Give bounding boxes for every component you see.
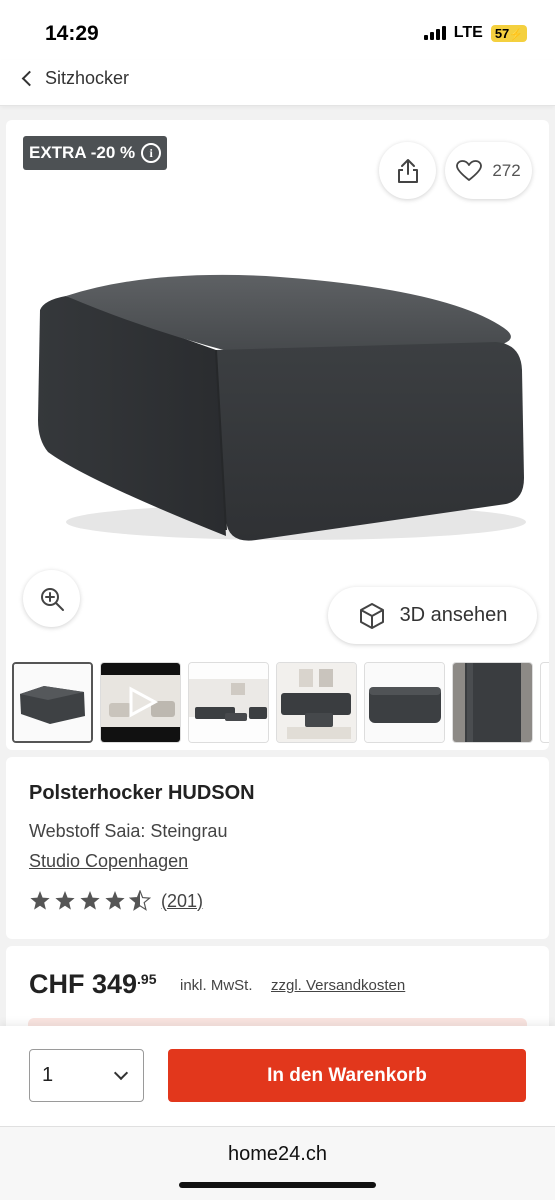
heart-icon [456, 159, 483, 181]
price: CHF 349 .95 [29, 969, 157, 1000]
share-icon [397, 158, 418, 183]
status-bar: 14:29 LTE 57⚡ [0, 0, 555, 60]
price-amount: CHF 349 [29, 969, 138, 999]
ottoman-front [216, 342, 524, 541]
network-label: LTE [453, 24, 483, 41]
discount-badge-label: EXTRA -20 % [29, 143, 136, 162]
view-3d-button[interactable]: 3D ansehen [328, 587, 537, 644]
thumbnail-fabric-detail[interactable] [452, 662, 533, 743]
product-info: Polsterhocker HUDSON Webstoff Saia: Stei… [6, 757, 549, 939]
thumbnail-more[interactable] [540, 662, 549, 743]
rating-count[interactable]: (201) [161, 891, 203, 912]
info-icon: i [141, 143, 162, 163]
star-rating-icon [30, 890, 151, 911]
thumbnail-video[interactable] [100, 662, 181, 743]
nav-header: Sitzhocker [0, 60, 555, 106]
back-button[interactable]: Sitzhocker [20, 68, 129, 89]
browser-url[interactable]: home24.ch [0, 1143, 555, 1166]
home-indicator[interactable] [179, 1182, 376, 1188]
signal-icon [423, 26, 446, 40]
zoom-button[interactable] [23, 570, 80, 627]
price-cents: .95 [137, 971, 157, 987]
thumbnail-living-room[interactable] [188, 662, 269, 743]
chevron-left-icon [21, 70, 38, 87]
rating[interactable]: (201) [29, 890, 203, 912]
discount-badge[interactable]: EXTRA -20 % i [23, 136, 168, 170]
favorite-count: 272 [492, 160, 521, 180]
browser-address-bar: home24.ch [0, 1126, 555, 1200]
cube-icon [359, 602, 384, 629]
thumbnail-ottoman-front[interactable] [364, 662, 445, 743]
quantity-select[interactable]: 1 [29, 1049, 144, 1102]
thumbnail-ottoman[interactable] [12, 662, 93, 743]
status-indicators: LTE 57⚡ [423, 24, 527, 42]
tax-note: inkl. MwSt. [180, 977, 253, 994]
shipping-link[interactable]: zzgl. Versandkosten [271, 977, 405, 994]
battery-level: 57 [494, 25, 510, 41]
status-time: 14:29 [45, 22, 99, 45]
view-3d-label: 3D ansehen [399, 604, 508, 626]
thumbnail-strip [12, 662, 549, 744]
thumbnail-sofa-set[interactable] [276, 662, 357, 743]
zoom-in-icon [40, 587, 64, 611]
chevron-down-icon [113, 1065, 129, 1080]
add-to-cart-button[interactable]: In den Warenkorb [168, 1049, 526, 1102]
product-name: Polsterhocker HUDSON [29, 782, 255, 804]
brand-link[interactable]: Studio Copenhagen [29, 851, 188, 872]
price-section: CHF 349 .95 inkl. MwSt. zzgl. Versandkos… [6, 946, 549, 1038]
product-variant: Webstoff Saia: Steingrau [29, 821, 228, 841]
quantity-value: 1 [42, 1064, 54, 1086]
back-label: Sitzhocker [45, 68, 130, 88]
favorite-button[interactable]: 272 [445, 142, 532, 199]
product-gallery: EXTRA -20 % i 272 3D ansehen [6, 120, 549, 750]
share-button[interactable] [379, 142, 436, 199]
product-image[interactable] [26, 260, 536, 570]
battery-icon: 57⚡ [490, 24, 527, 42]
add-to-cart-bar: 1 In den Warenkorb [0, 1026, 555, 1126]
